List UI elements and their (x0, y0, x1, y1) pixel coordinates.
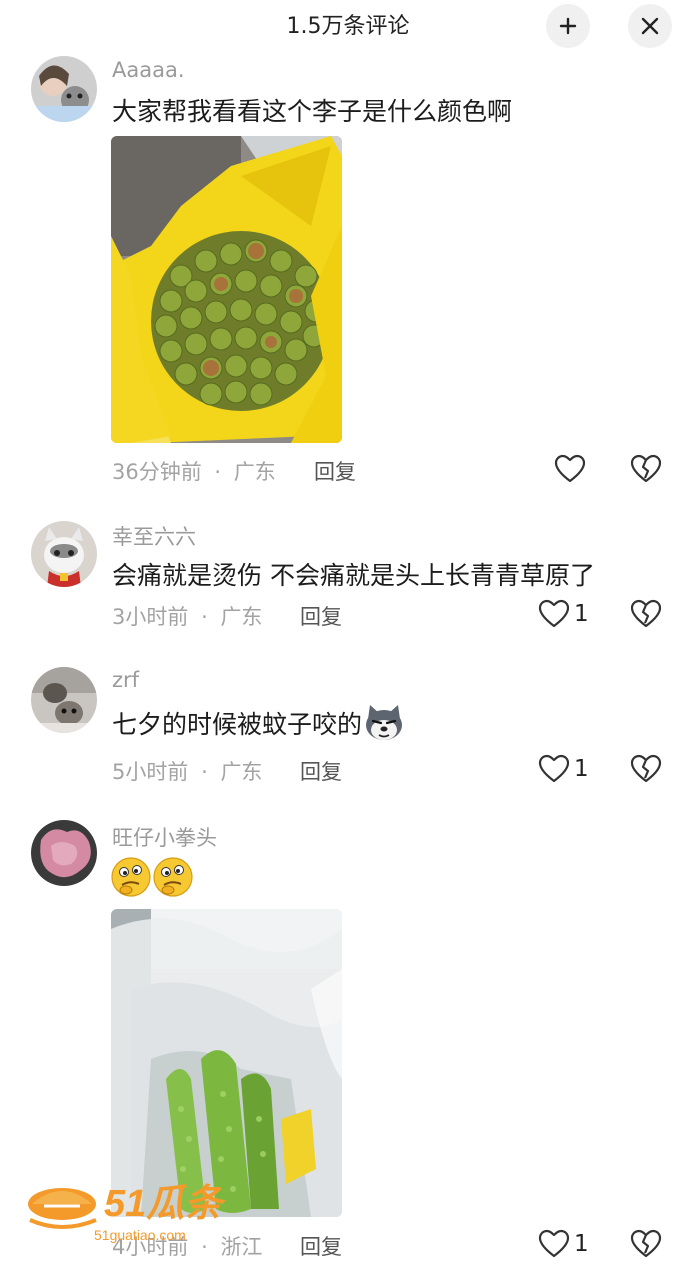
close-icon (641, 17, 659, 35)
thinking-emoji-icon (152, 856, 194, 902)
comment-image-plums[interactable] (111, 136, 342, 443)
reply-button[interactable]: 回复 (300, 756, 342, 786)
close-button[interactable] (628, 4, 672, 48)
comment-region: 广东 (220, 760, 263, 784)
username[interactable]: 旺仔小拳头 (112, 822, 217, 852)
dislike-button[interactable] (630, 599, 662, 633)
comment-meta: 3小时前 · 广东 (112, 601, 262, 631)
like-count: 1 (574, 601, 589, 627)
watermark-url: 51guatiao.com (94, 1227, 186, 1243)
avatar[interactable] (31, 667, 97, 733)
collapse-icon (559, 17, 577, 35)
reply-button[interactable]: 回复 (314, 456, 356, 486)
comments-header: 1.5万条评论 (0, 0, 696, 50)
like-button[interactable] (554, 454, 586, 488)
heart-icon (538, 599, 570, 628)
like-button[interactable] (538, 599, 570, 633)
reply-button[interactable]: 回复 (300, 601, 342, 631)
comment-region: 广东 (220, 605, 263, 629)
comment-meta: 36分钟前 · 广东 (112, 456, 276, 486)
meta-separator: · (201, 760, 208, 784)
broken-heart-icon (630, 1229, 662, 1258)
comment-meta: 5小时前 · 广东 (112, 756, 262, 786)
like-count: 1 (574, 756, 589, 782)
like-button[interactable] (538, 1229, 570, 1263)
meta-separator: · (214, 460, 222, 484)
avatar[interactable] (31, 521, 97, 587)
husky-emoji-icon (364, 705, 404, 747)
reply-button[interactable]: 回复 (300, 1231, 342, 1261)
comment-time: 3小时前 (112, 605, 189, 629)
meta-separator: · (201, 605, 208, 629)
dislike-button[interactable] (630, 754, 662, 788)
collapse-button[interactable] (546, 4, 590, 48)
comment-region: 广东 (233, 460, 276, 484)
broken-heart-icon (630, 599, 662, 628)
comments-count-title: 1.5万条评论 (286, 14, 410, 39)
watermark-logo: 51瓜条 51guatiao.com (24, 1170, 254, 1250)
thinking-emoji-icon (110, 856, 152, 902)
heart-icon (538, 1229, 570, 1258)
like-count: 1 (574, 1231, 589, 1257)
heart-icon (554, 454, 586, 483)
comment-text: 大家帮我看看这个李子是什么颜色啊 (112, 97, 513, 126)
comment-time: 5小时前 (112, 760, 189, 784)
username[interactable]: Aaaaa. (112, 58, 185, 82)
dislike-button[interactable] (630, 454, 662, 488)
comment-text: 七夕的时候被蚊子咬的 (112, 705, 404, 747)
comment-text: 会痛就是烫伤 不会痛就是头上长青青草原了 (112, 561, 595, 590)
broken-heart-icon (630, 754, 662, 783)
watermark-brand: 51瓜条 (104, 1183, 226, 1225)
dislike-button[interactable] (630, 1229, 662, 1263)
avatar[interactable] (31, 56, 97, 122)
like-button[interactable] (538, 754, 570, 788)
broken-heart-icon (630, 454, 662, 483)
comment-time: 36分钟前 (112, 460, 202, 484)
heart-icon (538, 754, 570, 783)
username[interactable]: zrf (112, 668, 139, 692)
comment-text-body: 七夕的时候被蚊子咬的 (112, 710, 363, 739)
username[interactable]: 幸至六六 (112, 521, 196, 551)
avatar[interactable] (31, 820, 97, 886)
